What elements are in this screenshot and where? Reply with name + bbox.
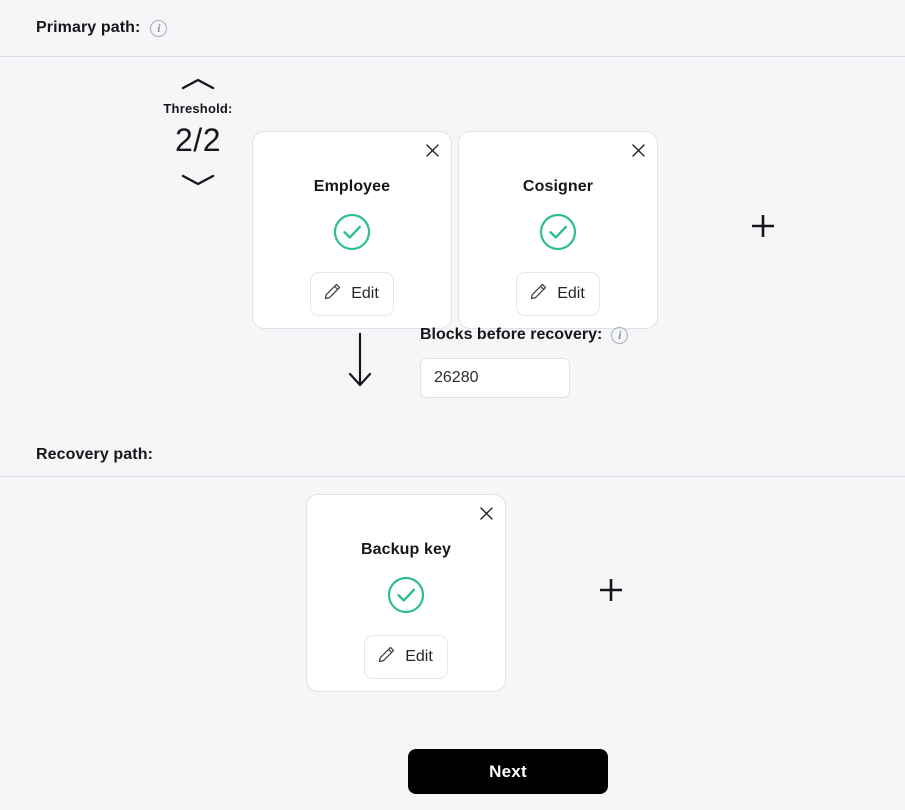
pencil-icon (323, 282, 342, 306)
plus-icon (750, 213, 776, 244)
recovery-path-title-row: Recovery path: (0, 446, 153, 464)
edit-button-label: Edit (351, 285, 379, 302)
check-circle-icon (538, 212, 578, 252)
chevron-down-icon[interactable] (175, 167, 221, 193)
next-button[interactable]: Next (408, 749, 608, 794)
recovery-path-title: Recovery path: (36, 446, 153, 463)
check-circle-icon (386, 575, 426, 615)
wallet-policy-builder-page: Primary path: i Threshold: 2/2 Employee … (0, 0, 905, 810)
info-icon[interactable]: i (611, 326, 629, 344)
threshold-stepper: Threshold: 2/2 (152, 71, 244, 193)
add-recovery-key-button[interactable] (594, 575, 628, 609)
close-icon[interactable] (628, 140, 648, 160)
blocks-before-recovery-label-row: Blocks before recovery: i (420, 326, 629, 344)
key-card[interactable]: Employee Edit (252, 131, 452, 329)
recovery-key-cards: Backup key Edit (306, 494, 506, 692)
pencil-icon (377, 645, 396, 669)
key-card-title: Cosigner (522, 178, 594, 195)
key-card[interactable]: Cosigner Edit (458, 131, 658, 329)
threshold-value: 2/2 (175, 122, 221, 158)
blocks-before-recovery-section: Blocks before recovery: i (0, 318, 905, 408)
primary-path-row: Threshold: 2/2 Employee Edit Cosigner Ed… (0, 57, 905, 329)
threshold-label: Threshold: (163, 101, 233, 116)
edit-button[interactable]: Edit (310, 272, 394, 316)
key-card-title: Employee (313, 178, 391, 195)
check-circle-icon (332, 212, 372, 252)
edit-button[interactable]: Edit (364, 635, 448, 679)
info-icon-glyph: i (157, 21, 161, 35)
recovery-path-header: Recovery path: (0, 434, 905, 477)
edit-button[interactable]: Edit (516, 272, 600, 316)
primary-path-title-row: Primary path: i (0, 19, 168, 37)
close-icon[interactable] (476, 503, 496, 523)
arrow-down-icon (344, 332, 376, 395)
info-icon-glyph: i (618, 328, 622, 342)
chevron-up-icon[interactable] (175, 71, 221, 97)
blocks-before-recovery-label: Blocks before recovery: (420, 326, 603, 343)
recovery-divider (0, 476, 905, 477)
edit-button-label: Edit (405, 648, 433, 665)
info-icon[interactable]: i (150, 19, 168, 37)
add-primary-key-button[interactable] (746, 211, 780, 245)
key-card[interactable]: Backup key Edit (306, 494, 506, 692)
close-icon[interactable] (422, 140, 442, 160)
blocks-before-recovery-input[interactable] (420, 358, 570, 398)
plus-icon (598, 577, 624, 608)
primary-path-header: Primary path: i (0, 0, 905, 56)
key-card-title: Backup key (361, 541, 451, 558)
primary-key-cards: Employee Edit Cosigner Edit (252, 131, 658, 329)
pencil-icon (529, 282, 548, 306)
page-title: Primary path: (36, 19, 141, 36)
edit-button-label: Edit (557, 285, 585, 302)
